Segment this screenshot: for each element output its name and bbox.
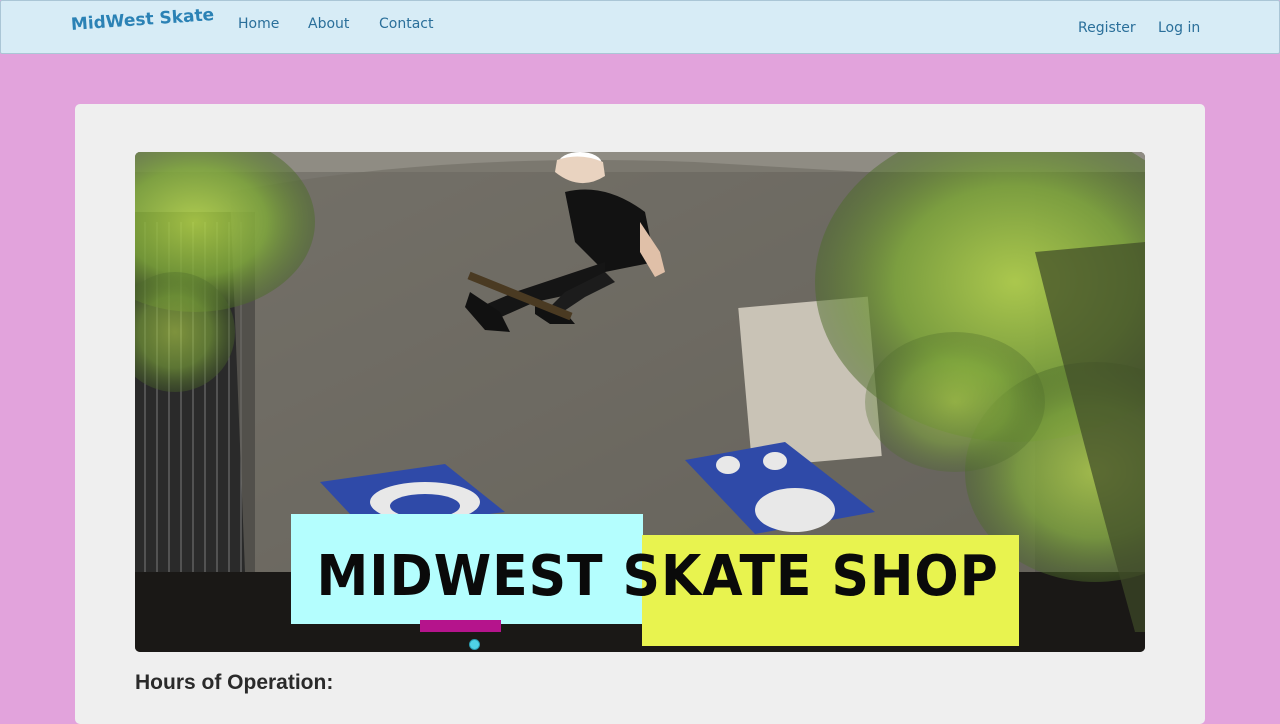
nav-about-link[interactable]: About	[308, 16, 349, 32]
hours-heading: Hours of Operation:	[135, 671, 334, 694]
login-link[interactable]: Log in	[1158, 20, 1200, 36]
brand-logo-link[interactable]: MidWest Skate	[70, 5, 214, 35]
carousel-indicator-dot[interactable]	[469, 639, 480, 650]
register-link[interactable]: Register	[1078, 20, 1136, 36]
nav-contact-link[interactable]: Contact	[379, 16, 433, 32]
hero-banner-title: MIDWEST SKATE SHOP	[316, 544, 999, 609]
banner-underline	[420, 620, 501, 632]
nav-home-link[interactable]: Home	[238, 16, 279, 32]
top-navbar: MidWest Skate Home About Contact Registe…	[0, 0, 1280, 54]
hero-carousel[interactable]: MIDWEST SKATE SHOP	[135, 152, 1145, 652]
